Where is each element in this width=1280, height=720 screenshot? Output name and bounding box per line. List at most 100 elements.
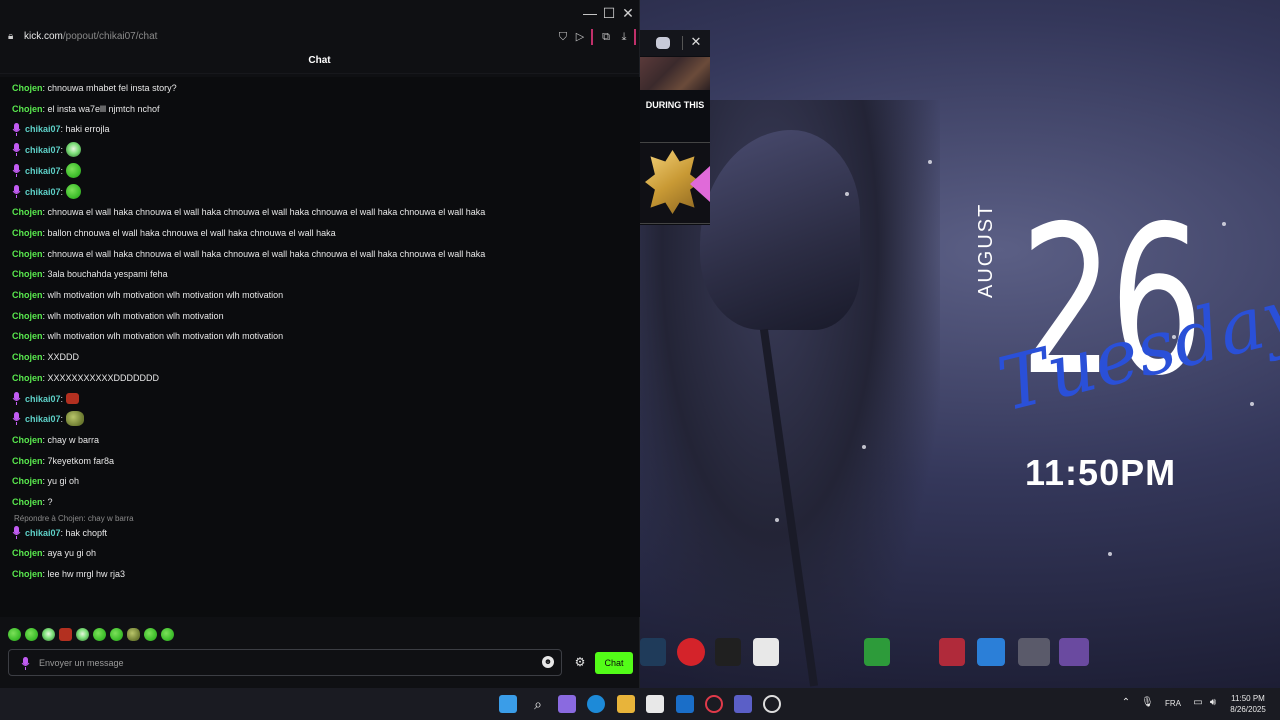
outlook-icon[interactable] xyxy=(676,695,694,713)
game-shortcut-icon-2[interactable] xyxy=(1059,638,1089,666)
chat-username[interactable]: chikai07 xyxy=(25,414,61,424)
emote-icon[interactable] xyxy=(144,628,157,642)
chat-message[interactable]: chikai07: xyxy=(12,142,82,158)
emote-icon[interactable] xyxy=(76,628,89,642)
chat-username[interactable]: Chojen xyxy=(12,269,43,279)
shield-icon[interactable]: ⛉ xyxy=(555,29,571,45)
windows-start-icon[interactable] xyxy=(499,695,517,713)
teams-icon[interactable] xyxy=(734,695,752,713)
chat-message[interactable]: Chojen: XXXXXXXXXXXDDDDDDD xyxy=(12,370,159,386)
overlay-close-icon[interactable]: ✕ xyxy=(689,35,703,49)
play-icon[interactable]: ▷ xyxy=(572,29,588,45)
emote-icon[interactable] xyxy=(93,628,106,642)
address-bar[interactable]: 🔒︎ kick.com/popout/chikai07/chat ⛉ ▷ ⧉ ⤓ xyxy=(0,28,639,48)
extensions-icon[interactable]: ⧉ xyxy=(598,29,614,45)
emote-icon[interactable] xyxy=(110,628,123,642)
chat-message[interactable]: Chojen: wlh motivation wlh motivation wl… xyxy=(12,328,283,344)
download-icon[interactable]: ⤓ xyxy=(616,29,632,45)
green-app-icon[interactable] xyxy=(864,638,890,666)
chat-message[interactable]: chikai07: haki errojla xyxy=(12,121,110,137)
chat-message[interactable]: Chojen: 3ala bouchahda yespami feha xyxy=(12,266,168,282)
emote-icon[interactable] xyxy=(59,628,72,642)
chat-message[interactable]: Chojen: el insta wa7elll njmtch nchof xyxy=(12,101,160,117)
copilot-icon[interactable] xyxy=(558,695,576,713)
chat-username[interactable]: chikai07 xyxy=(25,528,61,538)
tray-clock[interactable]: 11:50 PM 8/26/2025 xyxy=(1226,693,1270,715)
chat-username[interactable]: Chojen xyxy=(12,311,43,321)
chat-username[interactable]: chikai07 xyxy=(25,145,61,155)
chat-message[interactable]: Chojen: aya yu gi oh xyxy=(12,545,96,561)
emote-icon[interactable] xyxy=(127,628,140,642)
chat-message[interactable]: Chojen: chnouwa mhabet fel insta story? xyxy=(12,80,177,96)
game-shortcut-icon[interactable] xyxy=(1018,638,1050,666)
language-indicator[interactable]: FRA xyxy=(1165,699,1181,708)
edge-icon[interactable] xyxy=(587,695,605,713)
riot-client-icon[interactable] xyxy=(677,638,705,666)
chat-username[interactable]: Chojen xyxy=(12,249,43,259)
monitor-icon[interactable]: ▭ xyxy=(1192,697,1204,709)
file-explorer-icon[interactable] xyxy=(617,695,635,713)
chat-username[interactable]: Chojen xyxy=(12,373,43,383)
chat-username[interactable]: Chojen xyxy=(12,476,43,486)
close-icon[interactable]: ✕ xyxy=(618,4,638,22)
chat-username[interactable]: Chojen xyxy=(12,331,43,341)
chat-message[interactable]: Chojen: 7keyetkom far8a xyxy=(12,453,114,469)
chat-username[interactable]: Chojen xyxy=(12,456,43,466)
chat-username[interactable]: Chojen xyxy=(12,352,43,362)
chat-message-input[interactable] xyxy=(39,655,529,671)
chat-message[interactable]: Chojen: ballon chnouwa el wall haka chno… xyxy=(12,225,336,241)
minimize-icon[interactable]: — xyxy=(580,4,600,22)
search-icon[interactable]: ⌕ xyxy=(529,695,547,713)
chat-message[interactable]: chikai07: xyxy=(12,391,80,407)
chat-username[interactable]: Chojen xyxy=(12,435,43,445)
emote-icon[interactable] xyxy=(8,628,21,642)
send-chat-button[interactable]: Chat xyxy=(595,652,633,674)
chat-message[interactable]: Chojen: chay w barra xyxy=(12,432,99,448)
emote-icon[interactable] xyxy=(25,628,38,642)
emote-icon[interactable] xyxy=(42,628,55,642)
chat-message[interactable]: Chojen: ? xyxy=(12,494,53,510)
chat-message[interactable]: Chojen: chnouwa el wall haka chnouwa el … xyxy=(12,246,485,262)
chat-message[interactable]: chikai07: xyxy=(12,183,82,200)
chat-message[interactable]: chikai07: xyxy=(12,411,85,427)
unknown-app-icon[interactable] xyxy=(753,638,779,666)
chat-username[interactable]: chikai07 xyxy=(25,166,61,176)
chat-message[interactable]: Chojen: wlh motivation wlh motivation wl… xyxy=(12,287,283,303)
chevron-up-icon[interactable]: ⌃ xyxy=(1120,697,1132,709)
chat-message-list[interactable]: Chojen: chnouwa mhabet fel insta story? C… xyxy=(0,77,640,617)
chat-username[interactable]: Chojen xyxy=(12,207,43,217)
chat-username[interactable]: Chojen xyxy=(12,548,43,558)
epic-games-icon[interactable] xyxy=(715,638,741,666)
chat-message[interactable]: Chojen: yu gi oh xyxy=(12,473,79,489)
chat-message[interactable]: chikai07: hak chopft xyxy=(12,525,107,541)
typography-app-icon[interactable] xyxy=(827,638,853,666)
chat-username[interactable]: chikai07 xyxy=(25,394,61,404)
store-icon[interactable] xyxy=(646,695,664,713)
maximize-icon[interactable]: ☐ xyxy=(599,4,619,22)
mic-tray-icon[interactable]: 🎙︎ xyxy=(1141,697,1154,709)
chat-message[interactable]: Chojen: lee hw mrgl hw rja3 xyxy=(12,566,125,582)
url-text[interactable]: kick.com/popout/chikai07/chat xyxy=(24,31,157,42)
chat-username[interactable]: Chojen xyxy=(12,83,43,93)
gear-icon[interactable]: ⚙ xyxy=(573,655,587,669)
discord-icon[interactable] xyxy=(656,37,670,49)
settings-app-icon[interactable] xyxy=(763,695,781,713)
opera-icon[interactable] xyxy=(705,695,723,713)
chat-username[interactable]: Chojen xyxy=(12,290,43,300)
chat-username[interactable]: Chojen xyxy=(12,104,43,114)
chat-username[interactable]: Chojen xyxy=(12,569,43,579)
chat-username[interactable]: chikai07 xyxy=(25,124,61,134)
emote-icon[interactable] xyxy=(161,628,174,642)
emoji-icon[interactable]: ☻ xyxy=(542,656,554,668)
chat-message[interactable]: Chojen: wlh motivation wlh motivation wl… xyxy=(12,308,224,324)
fortnite-icon[interactable] xyxy=(977,638,1005,666)
chat-username[interactable]: Chojen xyxy=(12,497,43,507)
steam-icon[interactable] xyxy=(640,638,666,666)
volume-icon[interactable]: 🔊︎ xyxy=(1207,697,1219,709)
chat-message[interactable]: Chojen: chnouwa el wall haka chnouwa el … xyxy=(12,204,485,220)
chat-username[interactable]: chikai07 xyxy=(25,187,61,197)
valorant-icon[interactable] xyxy=(939,638,965,666)
chat-message[interactable]: chikai07: xyxy=(12,162,82,179)
chat-username[interactable]: Chojen xyxy=(12,228,43,238)
chat-message[interactable]: Chojen: XXDDD xyxy=(12,349,79,365)
